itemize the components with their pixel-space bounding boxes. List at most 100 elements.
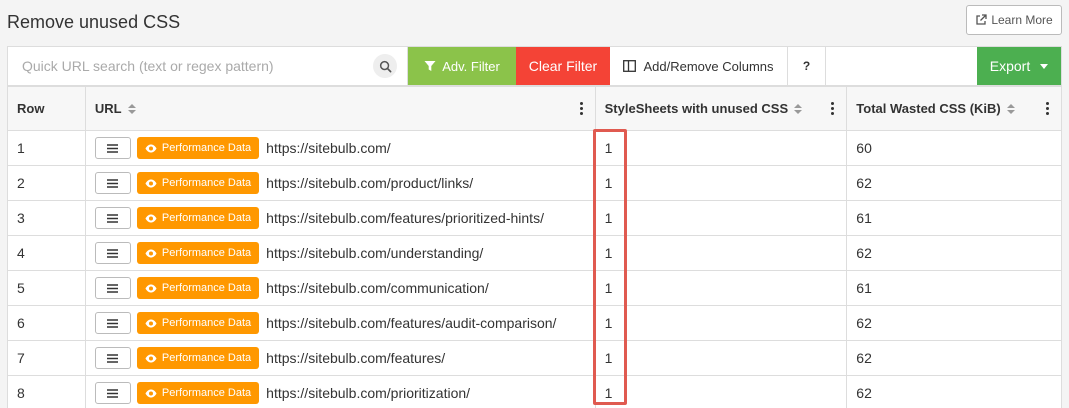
url-link[interactable]: https://sitebulb.com/prioritization/ (266, 385, 470, 401)
table-row[interactable]: 3 Performance Data https://sitebulb.com/… (7, 200, 1062, 236)
help-button[interactable]: ? (788, 47, 826, 85)
column-menu-icon[interactable] (1043, 102, 1052, 115)
performance-data-button[interactable]: Performance Data (136, 137, 260, 159)
search-icon (379, 60, 391, 72)
columns-label: Add/Remove Columns (643, 58, 774, 74)
row-number: 3 (17, 210, 25, 226)
sort-icon[interactable] (127, 103, 136, 114)
wasted-css-value: 61 (856, 280, 872, 296)
table-header-row: Row URL StyleSheets with unused CSS Tota… (7, 86, 1062, 131)
performance-data-button[interactable]: Performance Data (136, 312, 260, 334)
wasted-css-cell: 61 (846, 270, 1062, 306)
url-cell: Performance Data https://sitebulb.com/fe… (84, 200, 596, 236)
wasted-css-value: 60 (856, 140, 872, 156)
url-link[interactable]: https://sitebulb.com/product/links/ (266, 175, 473, 191)
row-number: 7 (17, 350, 25, 366)
column-menu-icon[interactable] (828, 102, 837, 115)
search-input[interactable] (8, 47, 407, 85)
row-number: 6 (17, 315, 25, 331)
row-menu-button[interactable] (94, 347, 131, 369)
row-number: 8 (17, 385, 25, 401)
table-row[interactable]: 2 Performance Data https://sitebulb.com/… (7, 165, 1062, 201)
performance-data-button[interactable]: Performance Data (136, 277, 260, 299)
page-title: Remove unused CSS (7, 12, 181, 32)
row-number: 5 (17, 280, 25, 296)
eye-icon (145, 179, 157, 187)
wasted-css-value: 62 (856, 315, 872, 331)
add-remove-columns-button[interactable]: Add/Remove Columns (610, 47, 788, 85)
row-number: 2 (17, 175, 25, 191)
clear-filter-button[interactable]: Clear Filter (516, 47, 610, 85)
learn-more-button[interactable]: Learn More (966, 5, 1062, 35)
eye-icon (145, 284, 157, 292)
url-link[interactable]: https://sitebulb.com/features/prioritize… (266, 210, 544, 226)
hamburger-icon (107, 283, 119, 293)
url-link[interactable]: https://sitebulb.com/features/audit-comp… (266, 315, 556, 331)
performance-data-label: Performance Data (161, 387, 252, 399)
row-number-cell: 3 (7, 200, 86, 236)
wasted-css-value: 61 (856, 210, 872, 226)
hamburger-icon (107, 318, 119, 328)
stylesheets-cell: 1 (594, 375, 848, 408)
hamburger-icon (107, 143, 119, 153)
stylesheets-cell: 1 (594, 130, 848, 166)
stylesheets-value: 1 (604, 280, 613, 296)
row-menu-button[interactable] (94, 382, 131, 404)
stylesheets-value: 1 (604, 385, 613, 401)
stylesheets-value: 1 (604, 175, 613, 191)
hamburger-icon (107, 388, 119, 398)
url-link[interactable]: https://sitebulb.com/communication/ (266, 280, 489, 296)
row-menu-button[interactable] (94, 277, 131, 299)
performance-data-label: Performance Data (161, 212, 252, 224)
url-link[interactable]: https://sitebulb.com/features/ (266, 350, 445, 366)
help-label: ? (802, 59, 811, 73)
column-header-url[interactable]: URL (84, 86, 596, 131)
stylesheets-cell: 1 (594, 270, 848, 306)
performance-data-button[interactable]: Performance Data (136, 242, 260, 264)
performance-data-label: Performance Data (161, 317, 252, 329)
stylesheets-cell: 1 (594, 305, 848, 341)
table-row[interactable]: 8 Performance Data https://sitebulb.com/… (7, 375, 1062, 408)
table-row[interactable]: 6 Performance Data https://sitebulb.com/… (7, 305, 1062, 341)
filter-icon (424, 61, 436, 71)
stylesheets-value: 1 (604, 140, 613, 156)
performance-data-button[interactable]: Performance Data (136, 207, 260, 229)
wasted-css-value: 62 (856, 245, 872, 261)
wasted-css-cell: 62 (846, 235, 1062, 271)
performance-data-button[interactable]: Performance Data (136, 382, 260, 404)
search-button[interactable] (373, 54, 397, 78)
row-menu-button[interactable] (94, 242, 131, 264)
row-menu-button[interactable] (94, 137, 131, 159)
url-link[interactable]: https://sitebulb.com/ (266, 140, 391, 156)
column-menu-icon[interactable] (577, 102, 586, 115)
chevron-down-icon (1040, 63, 1049, 69)
row-menu-button[interactable] (94, 172, 131, 194)
performance-data-button[interactable]: Performance Data (136, 172, 260, 194)
adv-filter-button[interactable]: Adv. Filter (408, 47, 516, 85)
row-menu-button[interactable] (94, 207, 131, 229)
row-number-cell: 6 (7, 305, 86, 341)
stylesheets-cell: 1 (594, 340, 848, 376)
wasted-css-cell: 62 (846, 305, 1062, 341)
url-cell: Performance Data https://sitebulb.com/ (84, 130, 596, 166)
url-cell: Performance Data https://sitebulb.com/fe… (84, 305, 596, 341)
sort-icon[interactable] (794, 103, 803, 114)
performance-data-button[interactable]: Performance Data (136, 347, 260, 369)
column-header-stylesheets[interactable]: StyleSheets with unused CSS (594, 86, 848, 131)
table-row[interactable]: 4 Performance Data https://sitebulb.com/… (7, 235, 1062, 271)
table-row[interactable]: 1 Performance Data https://sitebulb.com/… (7, 130, 1062, 166)
row-number-cell: 1 (7, 130, 86, 166)
sort-icon[interactable] (1006, 103, 1015, 114)
table-body: 1 Performance Data https://sitebulb.com/… (7, 130, 1062, 408)
performance-data-label: Performance Data (161, 177, 252, 189)
row-menu-button[interactable] (94, 312, 131, 334)
table-row[interactable]: 5 Performance Data https://sitebulb.com/… (7, 270, 1062, 306)
export-button[interactable]: Export (977, 47, 1061, 85)
wasted-css-cell: 62 (846, 375, 1062, 408)
url-cell: Performance Data https://sitebulb.com/pr… (84, 165, 596, 201)
wasted-css-cell: 62 (846, 165, 1062, 201)
column-header-wasted-css[interactable]: Total Wasted CSS (KiB) (846, 86, 1062, 131)
table-row[interactable]: 7 Performance Data https://sitebulb.com/… (7, 340, 1062, 376)
url-link[interactable]: https://sitebulb.com/understanding/ (266, 245, 483, 261)
